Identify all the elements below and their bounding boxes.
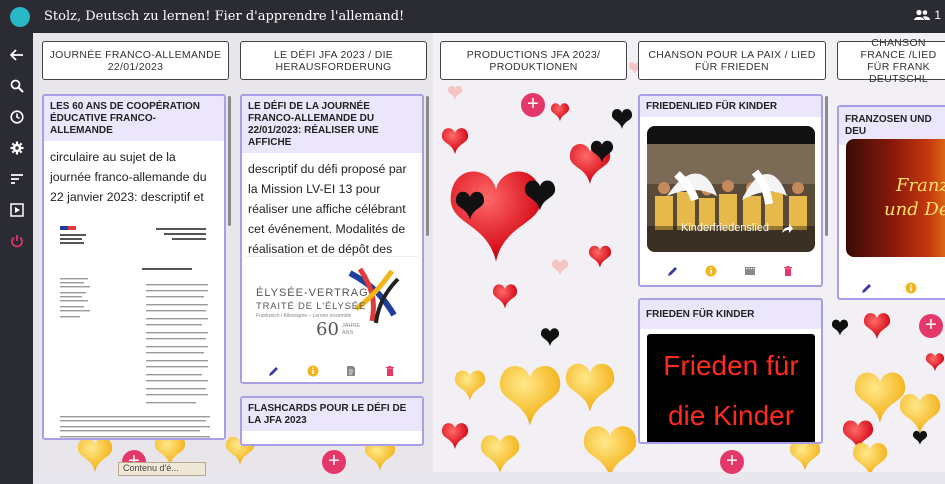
tooltip: Contenu d'é... — [118, 462, 206, 476]
card-flashcards[interactable]: FLASHCARDS POUR LE DÉFI DE LA JFA 2023 — [240, 396, 424, 446]
logo-small-text: Frankreich / Allemagne – Lernen ensemble — [256, 313, 352, 319]
column-scrollbar[interactable] — [825, 96, 828, 236]
poster-line-1: Frieden für — [663, 350, 799, 381]
card-franzosen-und-deutsche[interactable]: FRANZOSEN UND DEU Franzo und Deu — [837, 105, 945, 300]
clock-icon — [9, 110, 24, 124]
pencil-icon[interactable] — [268, 365, 280, 377]
column-header-chanson-paix[interactable]: CHANSON POUR LA PAIX / LIED FÜR FRIEDEN — [638, 41, 826, 80]
back-button[interactable] — [7, 45, 27, 65]
app-logo[interactable] — [10, 6, 30, 27]
card-title: FRIEDENLIED FÜR KINDER — [640, 96, 821, 117]
members-count: 1 — [934, 8, 941, 22]
info-icon[interactable] — [307, 365, 319, 377]
column-scrollbar[interactable] — [426, 96, 429, 236]
thumb-line-1: Franzo — [896, 175, 945, 196]
board-title: Stolz, Deutsch zu lernen! Fier d'apprend… — [44, 9, 405, 24]
info-icon[interactable] — [905, 282, 917, 294]
search-button[interactable] — [7, 76, 27, 96]
logo-years-label: JAHRE ANS — [342, 323, 361, 336]
column-header-journee[interactable]: JOURNÉE FRANCO-ALLEMANDE 22/01/2023 — [42, 41, 229, 80]
logout-button[interactable] — [7, 231, 27, 251]
thumb-line-2: und Deu — [884, 199, 945, 220]
members-indicator[interactable]: 1 — [914, 8, 941, 22]
column-scrollbar[interactable] — [228, 96, 231, 226]
video-thumbnail[interactable]: Kinderfriedenslied — [647, 126, 815, 252]
logo-years: 60 — [316, 319, 339, 340]
play-box-icon — [9, 203, 24, 217]
add-post-button[interactable]: + — [521, 93, 545, 117]
card-defi-affiche[interactable]: LE DÉFI DE LA JOURNÉE FRANCO-ALLEMANDE D… — [240, 94, 424, 384]
share-arrow-icon — [782, 224, 793, 233]
add-post-button[interactable]: + — [919, 314, 943, 338]
card-title: FLASHCARDS POUR LE DÉFI DE LA JFA 2023 — [242, 398, 422, 431]
column-header-chanson-france[interactable]: CHANSON FRANCE /LIED FÜR FRANK DEUTSCHL — [837, 37, 945, 85]
trash-icon[interactable] — [782, 265, 794, 277]
document-preview[interactable] — [46, 208, 222, 440]
top-bar: Stolz, Deutsch zu lernen! Fier d'apprend… — [0, 0, 945, 33]
history-button[interactable] — [7, 107, 27, 127]
poster-line-2: die Kinder — [667, 400, 795, 431]
video-thumbnail[interactable]: Franzo und Deu — [846, 139, 945, 257]
video-caption: Kinderfriedenslied — [681, 222, 770, 234]
settings-button[interactable] — [7, 138, 27, 158]
card-frieden-fuer-kinder[interactable]: FRIEDEN FÜR KINDER Frieden für die Kinde… — [638, 298, 823, 444]
trash-icon[interactable] — [384, 365, 396, 377]
card-actions — [640, 262, 821, 280]
card-title: LE DÉFI DE LA JOURNÉE FRANCO-ALLEMANDE D… — [242, 96, 422, 153]
card-actions — [839, 279, 945, 297]
video-film-icon[interactable] — [744, 265, 756, 277]
card-actions — [242, 362, 422, 380]
poster-image[interactable]: Frieden für die Kinder — [647, 334, 815, 442]
card-title: FRIEDEN FÜR KINDER — [640, 300, 821, 329]
pencil-icon[interactable] — [861, 282, 873, 294]
document-icon[interactable] — [345, 365, 357, 377]
arrow-left-icon — [9, 49, 23, 61]
search-icon — [10, 79, 24, 93]
left-nav — [0, 33, 33, 484]
add-post-button[interactable]: + — [322, 450, 346, 474]
column-header-productions[interactable]: PRODUCTIONS JFA 2023/ PRODUKTIONEN — [440, 41, 627, 80]
slideshow-button[interactable] — [7, 200, 27, 220]
info-icon[interactable] — [705, 265, 717, 277]
card-title: LES 60 ANS DE COOPÉRATION ÉDUCATIVE FRAN… — [44, 96, 224, 141]
elysee-logo-preview[interactable]: ÉLYSÉE-VERTRAG TRAITÉ DE L'ÉLYSÉE Frankr… — [246, 256, 418, 349]
card-60-ans[interactable]: LES 60 ANS DE COOPÉRATION ÉDUCATIVE FRAN… — [42, 94, 226, 440]
gear-icon — [10, 141, 23, 155]
column-header-defi[interactable]: LE DÉFI JFA 2023 / DIE HERAUSFORDERUNG — [240, 41, 427, 80]
sort-lines-icon — [10, 174, 23, 184]
pencil-icon[interactable] — [667, 265, 679, 277]
logo-line-2: TRAITÉ DE L'ÉLYSÉE — [256, 301, 367, 312]
power-icon — [10, 235, 23, 248]
card-friedenlied[interactable]: FRIEDENLIED FÜR KINDER Kinderfriedenslie… — [638, 94, 823, 287]
members-icon — [914, 9, 931, 20]
add-post-button[interactable]: + — [720, 450, 744, 474]
sort-button[interactable] — [7, 169, 27, 189]
logo-line-1: ÉLYSÉE-VERTRAG — [256, 287, 369, 299]
